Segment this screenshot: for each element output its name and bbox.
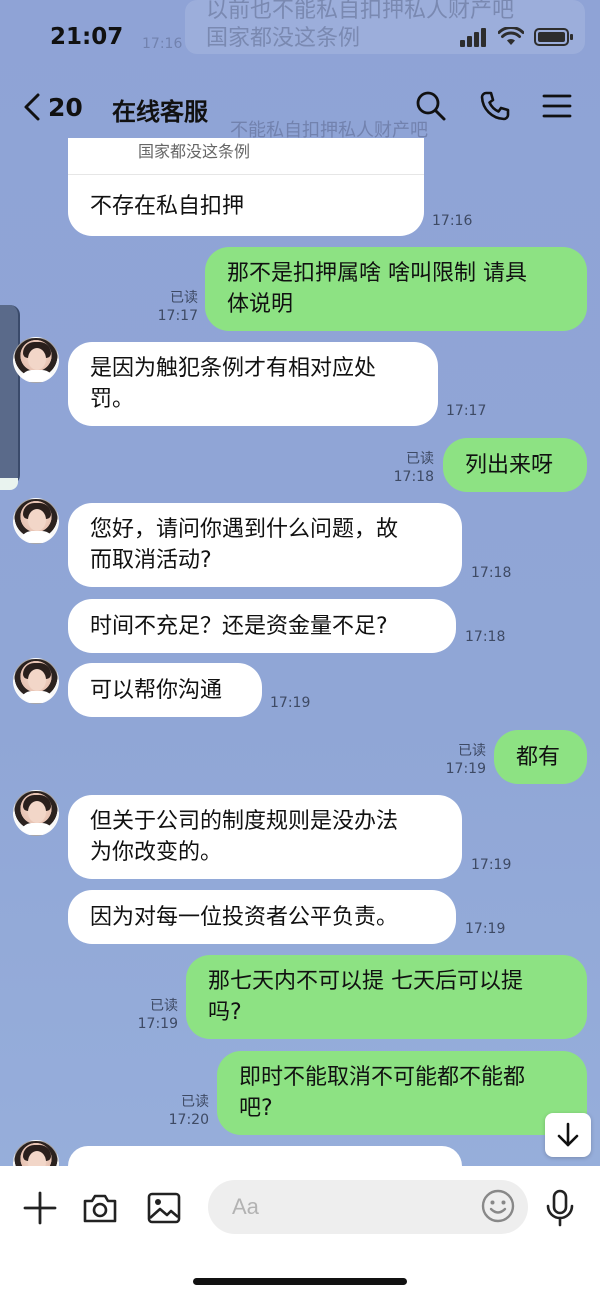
message-bubble-incoming[interactable]: 时间不充足？还是资金量不足? <box>68 599 456 653</box>
arrow-down-icon <box>557 1122 579 1147</box>
message-bubble-outgoing[interactable]: 即时不能取消不可能都不能都 吧? <box>217 1051 587 1135</box>
quoted-text: 国家都没这条例 <box>138 142 251 161</box>
quote-divider <box>68 174 424 175</box>
message-bubble-outgoing[interactable]: 那七天内不可以提 七天后可以提 吗? <box>186 955 587 1039</box>
message-time: 17:19 <box>137 1016 178 1032</box>
chat-header: 20 在线客服 <box>0 72 600 142</box>
phone-icon <box>480 91 510 121</box>
home-indicator <box>193 1278 407 1285</box>
message-bubble-outgoing[interactable]: 那不是扣押属啥 啥叫限制 请具 体说明 <box>205 247 587 331</box>
message-line: 是因为触犯条例才有相对应处 <box>90 356 377 381</box>
message-time: 17:19 <box>465 921 506 937</box>
message-bubble-incoming[interactable]: 因为对每一位投资者公平负责。 <box>68 890 456 944</box>
menu-button[interactable] <box>540 89 574 123</box>
message-line: 为你改变的。 <box>90 840 223 865</box>
chevron-left-icon <box>24 93 40 121</box>
call-button[interactable] <box>478 89 512 123</box>
search-icon <box>416 91 446 121</box>
message-bubble-outgoing[interactable]: 都有 <box>494 730 587 784</box>
emoji-icon <box>481 1189 515 1223</box>
message-line: 而取消活动? <box>90 548 212 573</box>
read-receipt: 已读 <box>150 998 178 1014</box>
chat-title: 在线客服 <box>112 98 208 126</box>
message-bubble-outgoing[interactable]: 列出来呀 <box>443 438 587 492</box>
search-button[interactable] <box>414 89 448 123</box>
ghost-time: 17:16 <box>142 36 183 52</box>
message-line: 吧? <box>239 1096 273 1121</box>
message-line: 列出来呀 <box>465 452 554 478</box>
message-bubble-incoming[interactable]: 可以帮你沟通 <box>68 663 262 717</box>
emoji-button[interactable] <box>480 1188 516 1224</box>
message-line: 可以帮你沟通 <box>90 677 223 703</box>
message-time: 17:18 <box>471 565 512 581</box>
ghost-text-line2: 国家都没这条例 <box>206 26 361 51</box>
voice-button[interactable] <box>540 1188 580 1228</box>
status-time: 21:07 <box>50 24 124 50</box>
reply-bubble-with-quote[interactable]: 国家都没这条例 不存在私自扣押 <box>68 138 424 236</box>
read-receipt: 已读 <box>458 743 486 759</box>
message-time: 17:18 <box>393 469 434 485</box>
message-time: 17:19 <box>270 695 311 711</box>
message-line: 但关于公司的制度规则是没办法 <box>90 809 399 834</box>
read-receipt: 已读 <box>170 290 198 306</box>
mic-icon <box>546 1189 574 1227</box>
message-line: 都有 <box>516 744 561 770</box>
plus-button[interactable] <box>20 1188 60 1228</box>
menu-icon <box>542 94 572 118</box>
message-line: 即时不能取消不可能都不能都 <box>239 1065 526 1090</box>
unread-count: 20 <box>48 92 83 122</box>
avatar[interactable] <box>13 337 59 383</box>
avatar[interactable] <box>13 658 59 704</box>
side-floating-tab[interactable] <box>0 305 20 485</box>
image-icon <box>147 1192 181 1224</box>
camera-button[interactable] <box>80 1188 120 1228</box>
avatar[interactable] <box>13 498 59 544</box>
message-line: 那七天内不可以提 七天后可以提 <box>208 969 523 994</box>
side-tab-edge <box>0 478 18 490</box>
scroll-to-bottom-button[interactable] <box>545 1113 591 1157</box>
message-line: 吗? <box>208 1000 242 1025</box>
message-time: 17:17 <box>157 308 198 324</box>
message-text: 不存在私自扣押 <box>90 194 245 219</box>
message-line: 您好，请问你遇到什么问题，故 <box>90 517 399 542</box>
read-receipt: 已读 <box>181 1094 209 1110</box>
message-line: 因为对每一位投资者公平负责。 <box>90 904 399 930</box>
message-time: 17:19 <box>445 761 486 777</box>
message-line: 罚。 <box>90 387 135 412</box>
camera-icon <box>83 1194 117 1223</box>
message-bubble-incoming[interactable]: 但关于公司的制度规则是没办法 为你改变的。 <box>68 795 462 879</box>
avatar[interactable] <box>13 790 59 836</box>
message-time: 17:20 <box>168 1112 209 1128</box>
message-line: 体说明 <box>227 292 294 317</box>
message-line: 那不是扣押属啥 啥叫限制 请具 <box>227 261 527 286</box>
message-bubble-incoming[interactable]: 您好，请问你遇到什么问题，故 而取消活动? <box>68 503 462 587</box>
message-time: 17:18 <box>465 629 506 645</box>
message-time: 17:17 <box>446 403 487 419</box>
read-receipt: 已读 <box>406 451 434 467</box>
message-time: 17:19 <box>471 857 512 873</box>
message-line: 时间不充足？还是资金量不足? <box>90 613 388 639</box>
back-button[interactable]: 20 <box>22 92 83 122</box>
plus-icon <box>23 1191 57 1225</box>
message-time: 17:16 <box>432 213 473 229</box>
image-button[interactable] <box>144 1188 184 1228</box>
message-bubble-incoming[interactable]: 是因为触犯条例才有相对应处 罚。 <box>68 342 438 426</box>
